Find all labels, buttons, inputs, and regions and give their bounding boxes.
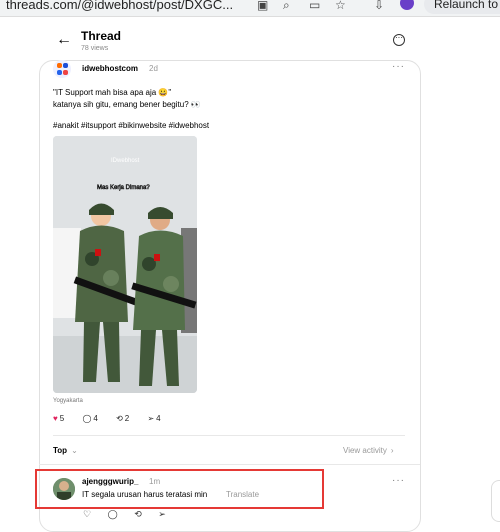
reply-repost-icon[interactable]: ⟲ — [134, 509, 142, 519]
translate-link[interactable]: Translate — [226, 490, 259, 499]
address-bar[interactable]: threads.com/@idwebhost/post/DXGC... — [6, 0, 233, 12]
reply-actions: ♡ ◯ ⟲ ➢ — [83, 509, 180, 520]
profile-avatar[interactable] — [400, 0, 414, 10]
video-caption: Mas Kerja Dimana? — [97, 185, 150, 191]
install-icon[interactable]: ▭ — [309, 0, 320, 12]
cast-icon[interactable]: ▣ — [257, 0, 268, 12]
reply-author[interactable]: ajengggwurip_ — [82, 477, 138, 486]
side-panel-edge — [491, 480, 500, 522]
thread-header: ← Thread 78 views ··· — [0, 16, 500, 60]
like-count: 5 — [59, 414, 65, 423]
reply-avatar-image — [53, 478, 75, 500]
chevron-down-icon: ⌄ — [71, 446, 78, 455]
divider — [53, 435, 405, 436]
share-count: 4 — [156, 414, 161, 423]
reply-like-icon[interactable]: ♡ — [83, 509, 91, 519]
heart-icon: ♥ — [53, 414, 58, 423]
bookmark-icon[interactable]: ☆ — [335, 0, 346, 12]
divider — [39, 464, 420, 465]
view-count: 78 views — [81, 45, 109, 52]
repost-button[interactable]: ⟲ 2 — [116, 414, 137, 423]
post-author[interactable]: idwebhostcom — [82, 64, 138, 73]
view-activity-label: View activity — [343, 446, 387, 455]
comment-count: 4 — [93, 414, 98, 423]
post-more-icon[interactable]: ··· — [392, 61, 405, 72]
post-text-line1: "IT Support mah bisa apa aja 😀" — [53, 88, 172, 97]
post-video[interactable]: IDwebhost Mas Kerja Dimana? — [53, 136, 197, 393]
download-icon[interactable]: ⇩ — [374, 0, 384, 12]
post-location[interactable]: Yogyakarta — [53, 398, 83, 404]
back-arrow-icon[interactable]: ← — [56, 31, 72, 49]
chevron-right-icon: › — [390, 446, 394, 455]
relaunch-button[interactable]: Relaunch to — [424, 0, 500, 14]
comment-icon: ◯ — [82, 414, 92, 423]
share-button[interactable]: ➢ 4 — [147, 414, 168, 423]
comment-button[interactable]: ◯ 4 — [82, 414, 105, 423]
zoom-icon[interactable]: ⌕ — [283, 0, 290, 13]
view-activity-link[interactable]: View activity › — [343, 446, 394, 455]
repost-count: 2 — [124, 414, 130, 423]
share-icon: ➢ — [147, 414, 155, 423]
video-watermark: IDwebhost — [111, 158, 140, 164]
post-avatar[interactable] — [53, 60, 71, 78]
video-frame-illustration: IDwebhost Mas Kerja Dimana? — [53, 136, 197, 393]
reply-avatar[interactable] — [53, 478, 75, 500]
highlight-box — [35, 469, 324, 509]
post-actions: ♥ 5 ◯ 4 ⟲ 2 ➢ 4 — [53, 414, 177, 423]
reply-share-icon[interactable]: ➢ — [158, 509, 166, 519]
reply-text: IT segala urusan harus teratasi min — [82, 490, 208, 499]
post-text-line2: katanya sih gitu, emang bener begitu? 👀 — [53, 100, 201, 109]
reply-comment-icon[interactable]: ◯ — [108, 509, 118, 519]
like-button[interactable]: ♥ 5 — [53, 414, 72, 423]
reply-time: 1m — [149, 477, 161, 486]
more-options-icon[interactable]: ··· — [393, 34, 405, 46]
post-time: 2d — [149, 64, 158, 73]
post-hashtags[interactable]: #anakit #itsupport #bikinwebsite #idwebh… — [53, 120, 209, 132]
sort-dropdown[interactable]: Top ⌄ — [53, 446, 78, 455]
sort-label: Top — [53, 446, 68, 455]
reply-more-icon[interactable]: ··· — [392, 475, 405, 486]
browser-toolbar: threads.com/@idwebhost/post/DXGC... ▣ ⌕ … — [0, 0, 500, 17]
page-title: Thread — [81, 29, 122, 43]
repost-icon: ⟲ — [116, 414, 123, 423]
